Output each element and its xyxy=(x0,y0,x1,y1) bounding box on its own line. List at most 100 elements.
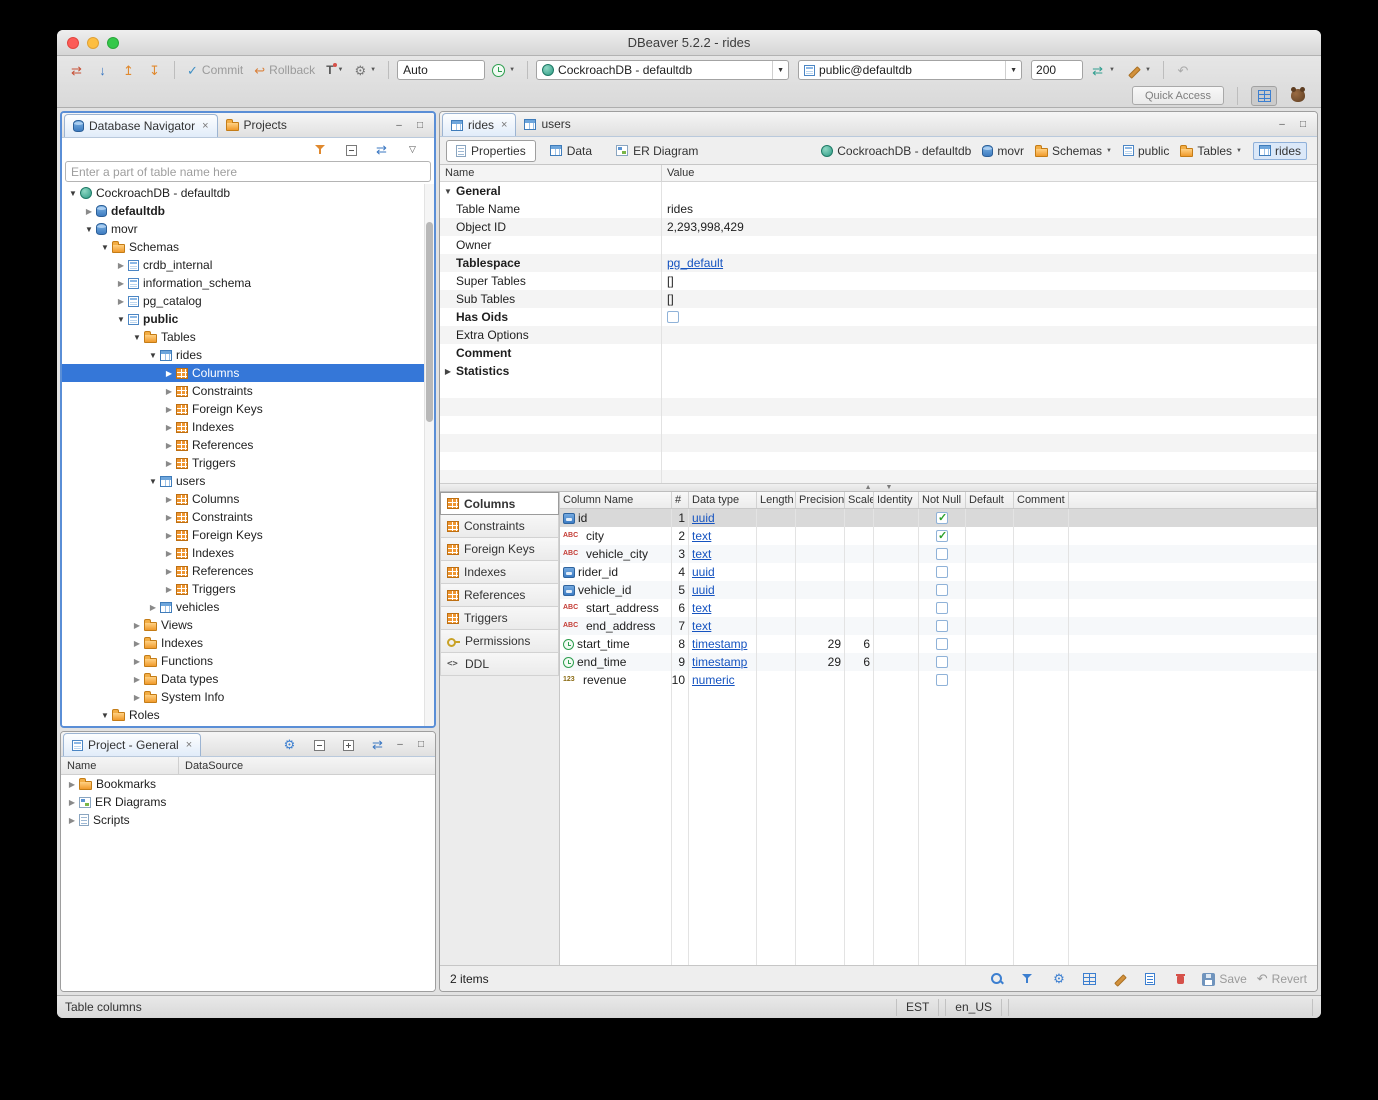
checkbox-checked-icon[interactable] xyxy=(936,512,948,524)
tree-item-constraints[interactable]: ▶Constraints xyxy=(62,508,434,526)
close-icon[interactable]: × xyxy=(501,119,507,131)
checkbox-unchecked-icon[interactable] xyxy=(936,620,948,632)
expand-arrow-icon[interactable]: ▼ xyxy=(66,189,80,198)
property-row-table-name[interactable]: Table Namerides xyxy=(440,200,1317,218)
column-row-start-time[interactable]: start_time8timestamp296 xyxy=(560,635,1317,653)
property-value-link[interactable]: pg_default xyxy=(667,256,723,270)
scrollbar-thumb[interactable] xyxy=(426,222,433,423)
tree-item-references[interactable]: ▶References xyxy=(62,562,434,580)
datatype-link[interactable]: numeric xyxy=(692,673,735,687)
commit-mode-button[interactable]: ⇄ xyxy=(65,59,88,81)
property-row-general[interactable]: ▼General xyxy=(440,182,1317,200)
side-tab-indexes[interactable]: Indexes xyxy=(440,561,559,584)
expand-arrow-icon[interactable]: ▼ xyxy=(442,187,454,196)
expand-arrow-icon[interactable]: ▼ xyxy=(98,711,112,720)
checkbox-unchecked-icon[interactable] xyxy=(667,311,679,323)
expand-all-button[interactable] xyxy=(337,733,359,755)
filter-button[interactable] xyxy=(1016,968,1039,990)
column-header-length[interactable]: Length xyxy=(757,492,796,508)
project-item-scripts[interactable]: ▶Scripts xyxy=(61,811,435,829)
tree-item-users[interactable]: ▼users xyxy=(62,472,434,490)
expand-arrow-icon[interactable]: ▶ xyxy=(162,459,176,468)
refresh-button[interactable]: ⇄▼ xyxy=(1086,59,1119,81)
property-row-owner[interactable]: Owner xyxy=(440,236,1317,254)
search-button[interactable] xyxy=(985,968,1008,990)
column-row-vehicle-id[interactable]: vehicle_id5uuid xyxy=(560,581,1317,599)
expand-arrow-icon[interactable]: ▶ xyxy=(162,405,176,414)
save-button[interactable]: Save xyxy=(1202,972,1246,986)
expand-arrow-icon[interactable]: ▶ xyxy=(162,423,176,432)
breadcrumb-tables[interactable]: Tables▼ xyxy=(1180,144,1242,158)
side-tab-foreign-keys[interactable]: Foreign Keys xyxy=(440,538,559,561)
quick-access-button[interactable]: Quick Access xyxy=(1132,86,1224,105)
close-window-button[interactable] xyxy=(67,37,79,49)
property-row-has-oids[interactable]: Has Oids xyxy=(440,308,1317,326)
filter-button[interactable] xyxy=(309,138,332,160)
tree-item-functions[interactable]: ▶Functions xyxy=(62,652,434,670)
checkbox-checked-icon[interactable] xyxy=(936,530,948,542)
column-row-vehicle-city[interactable]: vehicle_city3text xyxy=(560,545,1317,563)
property-row-statistics[interactable]: ▶Statistics xyxy=(440,362,1317,380)
datatype-link[interactable]: text xyxy=(692,601,711,615)
expand-arrow-icon[interactable]: ▶ xyxy=(162,567,176,576)
expand-arrow-icon[interactable]: ▶ xyxy=(162,513,176,522)
splitter-down-icon[interactable]: ▼ xyxy=(886,484,893,491)
zoom-window-button[interactable] xyxy=(107,37,119,49)
expand-arrow-icon[interactable]: ▶ xyxy=(442,367,454,376)
checkbox-unchecked-icon[interactable] xyxy=(936,638,948,650)
expand-arrow-icon[interactable]: ▼ xyxy=(98,243,112,252)
transaction-settings-button[interactable]: ⚙ ▼ xyxy=(350,59,380,81)
transaction-log-button[interactable]: T ▼ xyxy=(322,59,347,81)
column-header-value[interactable]: Value xyxy=(662,165,1317,181)
tree-item-information-schema[interactable]: ▶information_schema xyxy=(62,274,434,292)
column-header-data-type[interactable]: Data type xyxy=(689,492,757,508)
maximize-view-icon[interactable]: □ xyxy=(414,738,428,750)
property-row-super-tables[interactable]: Super Tables[] xyxy=(440,272,1317,290)
datatype-link[interactable]: text xyxy=(692,547,711,561)
minimize-view-icon[interactable]: – xyxy=(393,738,407,750)
rollback-button[interactable]: ↩ Rollback xyxy=(250,59,319,81)
perspective-database-button[interactable] xyxy=(1251,86,1277,106)
close-icon[interactable]: × xyxy=(202,120,208,132)
project-item-er-diagrams[interactable]: ▶ER Diagrams xyxy=(61,793,435,811)
schedule-button[interactable]: ▼ xyxy=(488,59,519,81)
maximize-view-icon[interactable]: □ xyxy=(413,119,427,131)
breadcrumb-public[interactable]: public xyxy=(1123,144,1169,158)
revert-button[interactable]: ↶ Revert xyxy=(1257,972,1307,986)
column-header-scale[interactable]: Scale xyxy=(845,492,874,508)
editor-tab-users[interactable]: users xyxy=(516,112,578,136)
column-row-rider-id[interactable]: rider_id4uuid xyxy=(560,563,1317,581)
datatype-link[interactable]: text xyxy=(692,529,711,543)
expand-arrow-icon[interactable]: ▶ xyxy=(130,657,144,666)
close-icon[interactable]: × xyxy=(186,739,192,751)
tree-item-defaultdb[interactable]: ▶defaultdb xyxy=(62,202,434,220)
collapse-all-button[interactable] xyxy=(308,733,330,755)
expand-arrow-icon[interactable]: ▶ xyxy=(146,603,160,612)
column-row-revenue[interactable]: revenue10numeric xyxy=(560,671,1317,689)
minimize-view-icon[interactable]: – xyxy=(392,119,406,131)
tree-item-public[interactable]: ▼public xyxy=(62,310,434,328)
expand-arrow-icon[interactable]: ▶ xyxy=(65,798,79,807)
table-search-input[interactable] xyxy=(65,161,431,182)
tree-item-triggers[interactable]: ▶Triggers xyxy=(62,454,434,472)
column-row-end-address[interactable]: end_address7text xyxy=(560,617,1317,635)
title-bar[interactable]: DBeaver 5.2.2 - rides xyxy=(57,30,1321,56)
column-header-name[interactable]: Name xyxy=(440,165,662,181)
transaction-mode-combo[interactable]: Auto xyxy=(397,60,485,80)
side-tab-ddl[interactable]: DDL xyxy=(440,653,559,676)
expand-arrow-icon[interactable]: ▶ xyxy=(162,585,176,594)
tree-item-crdb-internal[interactable]: ▶crdb_internal xyxy=(62,256,434,274)
side-tab-permissions[interactable]: Permissions xyxy=(440,630,559,653)
tree-item-rides[interactable]: ▼rides xyxy=(62,346,434,364)
chevron-down-icon[interactable]: ▼ xyxy=(1106,148,1112,154)
expand-arrow-icon[interactable]: ▶ xyxy=(114,261,128,270)
tab-properties[interactable]: Properties xyxy=(446,140,536,162)
expand-arrow-icon[interactable]: ▶ xyxy=(162,387,176,396)
tab-project-general[interactable]: Project - General × xyxy=(63,733,201,756)
expand-arrow-icon[interactable]: ▶ xyxy=(130,675,144,684)
expand-arrow-icon[interactable]: ▶ xyxy=(130,621,144,630)
checkbox-unchecked-icon[interactable] xyxy=(936,566,948,578)
column-row-id[interactable]: id1uuid xyxy=(560,509,1317,527)
tree-item-indexes[interactable]: ▶Indexes xyxy=(62,544,434,562)
expand-arrow-icon[interactable]: ▼ xyxy=(146,351,160,360)
